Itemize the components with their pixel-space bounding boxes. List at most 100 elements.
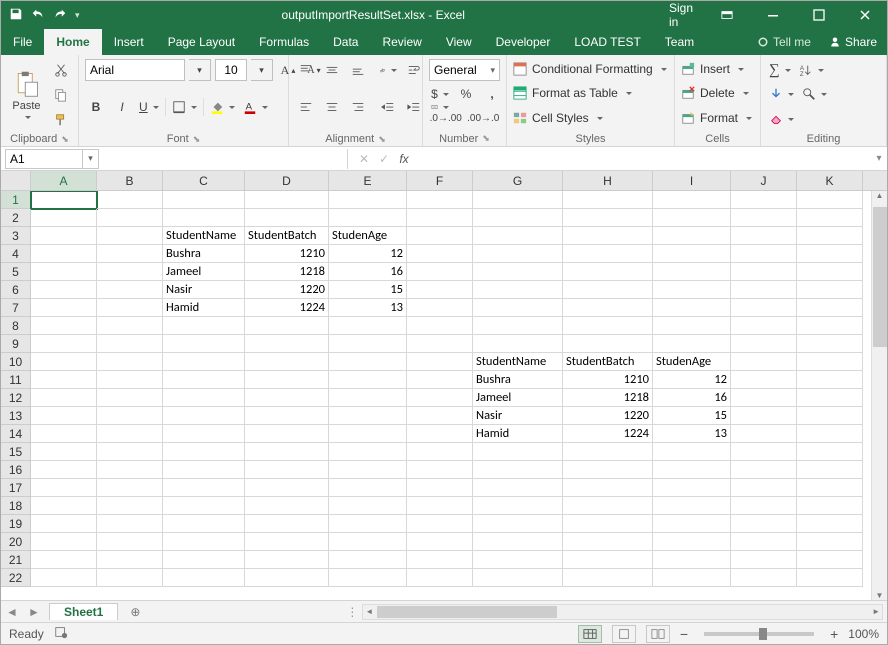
dialog-launcher-icon[interactable]: ⬊ — [378, 134, 386, 145]
tab-page-layout[interactable]: Page Layout — [156, 29, 247, 55]
cell[interactable] — [245, 191, 329, 209]
row-header[interactable]: 9 — [1, 335, 31, 353]
cell[interactable] — [31, 209, 97, 227]
cell[interactable] — [731, 317, 797, 335]
cell[interactable] — [563, 191, 653, 209]
font-size-input[interactable] — [215, 59, 247, 81]
autosum-icon[interactable]: ∑ — [767, 59, 793, 81]
cell[interactable] — [163, 335, 245, 353]
cell[interactable] — [407, 533, 473, 551]
increase-indent-icon[interactable] — [403, 96, 425, 118]
row-header[interactable]: 15 — [1, 443, 31, 461]
sort-filter-icon[interactable]: AZ — [797, 59, 826, 81]
cell[interactable] — [97, 353, 163, 371]
tab-load-test[interactable]: LOAD TEST — [562, 29, 652, 55]
cell[interactable] — [563, 209, 653, 227]
undo-icon[interactable] — [31, 7, 45, 24]
cell[interactable] — [329, 353, 407, 371]
conditional-formatting-button[interactable]: Conditional Formatting — [513, 59, 668, 79]
row-header[interactable]: 4 — [1, 245, 31, 263]
cell[interactable] — [797, 551, 863, 569]
cell[interactable] — [163, 461, 245, 479]
cell[interactable] — [407, 281, 473, 299]
paste-button[interactable]: Paste — [7, 59, 46, 131]
cell[interactable] — [329, 515, 407, 533]
cell[interactable] — [563, 497, 653, 515]
row-header[interactable]: 2 — [1, 209, 31, 227]
tab-insert[interactable]: Insert — [102, 29, 156, 55]
accounting-format-icon[interactable]: $ — [429, 83, 451, 105]
cell[interactable] — [31, 245, 97, 263]
cell[interactable]: 1224 — [245, 299, 329, 317]
cell[interactable] — [731, 245, 797, 263]
cell[interactable] — [653, 299, 731, 317]
worksheet-grid[interactable]: ABCDEFGHIJK 123StudentNameStudentBatchSt… — [1, 171, 887, 600]
cell[interactable]: 15 — [653, 407, 731, 425]
cell[interactable] — [653, 191, 731, 209]
cell[interactable] — [473, 443, 563, 461]
sheet-nav-next-icon[interactable]: ► — [23, 605, 45, 619]
cell[interactable] — [163, 479, 245, 497]
minimize-button[interactable] — [751, 1, 795, 29]
fill-color-icon[interactable] — [208, 96, 237, 118]
cell[interactable] — [329, 533, 407, 551]
cell[interactable] — [31, 281, 97, 299]
cell[interactable]: 16 — [329, 263, 407, 281]
dialog-launcher-icon[interactable]: ⬊ — [482, 133, 490, 144]
cell[interactable] — [653, 317, 731, 335]
cell[interactable] — [407, 479, 473, 497]
cell[interactable] — [245, 353, 329, 371]
cell[interactable]: 1210 — [563, 371, 653, 389]
cell[interactable] — [97, 191, 163, 209]
row-header[interactable]: 5 — [1, 263, 31, 281]
cell[interactable] — [473, 227, 563, 245]
cell[interactable]: 13 — [329, 299, 407, 317]
cell[interactable] — [245, 425, 329, 443]
cell[interactable] — [563, 533, 653, 551]
cell[interactable] — [797, 299, 863, 317]
cell[interactable] — [97, 443, 163, 461]
font-size-dropdown-icon[interactable]: ▾ — [251, 59, 273, 81]
tab-data[interactable]: Data — [321, 29, 370, 55]
cell[interactable] — [163, 551, 245, 569]
cell[interactable]: Jameel — [473, 389, 563, 407]
cell[interactable] — [407, 317, 473, 335]
cell[interactable] — [473, 461, 563, 479]
cell[interactable] — [31, 551, 97, 569]
cell[interactable] — [731, 479, 797, 497]
comma-format-icon[interactable]: , — [481, 83, 503, 105]
dialog-launcher-icon[interactable]: ⬊ — [193, 134, 201, 145]
cell[interactable] — [245, 479, 329, 497]
cell[interactable]: Hamid — [163, 299, 245, 317]
cell[interactable] — [731, 515, 797, 533]
cell[interactable] — [97, 245, 163, 263]
new-sheet-icon[interactable]: ⊕ — [124, 605, 146, 619]
cell[interactable]: 13 — [653, 425, 731, 443]
cell[interactable] — [97, 227, 163, 245]
cell[interactable]: 12 — [329, 245, 407, 263]
cell[interactable] — [245, 497, 329, 515]
tell-me[interactable]: Tell me — [749, 29, 819, 55]
cell[interactable] — [329, 317, 407, 335]
column-header[interactable]: F — [407, 171, 473, 190]
cell[interactable] — [407, 551, 473, 569]
cell[interactable]: 1224 — [563, 425, 653, 443]
cell[interactable] — [731, 461, 797, 479]
cell[interactable] — [797, 353, 863, 371]
cell[interactable] — [329, 335, 407, 353]
cell[interactable] — [245, 551, 329, 569]
cut-icon[interactable] — [50, 59, 72, 81]
row-header[interactable]: 17 — [1, 479, 31, 497]
align-left-icon[interactable] — [295, 96, 317, 118]
cell[interactable] — [731, 443, 797, 461]
cell[interactable] — [245, 569, 329, 587]
row-header[interactable]: 22 — [1, 569, 31, 587]
cell[interactable] — [407, 263, 473, 281]
cell[interactable] — [163, 497, 245, 515]
cell[interactable] — [407, 569, 473, 587]
column-header[interactable]: G — [473, 171, 563, 190]
cell[interactable]: StudentName — [163, 227, 245, 245]
cell[interactable] — [97, 551, 163, 569]
cell[interactable]: 1210 — [245, 245, 329, 263]
align-right-icon[interactable] — [347, 96, 369, 118]
